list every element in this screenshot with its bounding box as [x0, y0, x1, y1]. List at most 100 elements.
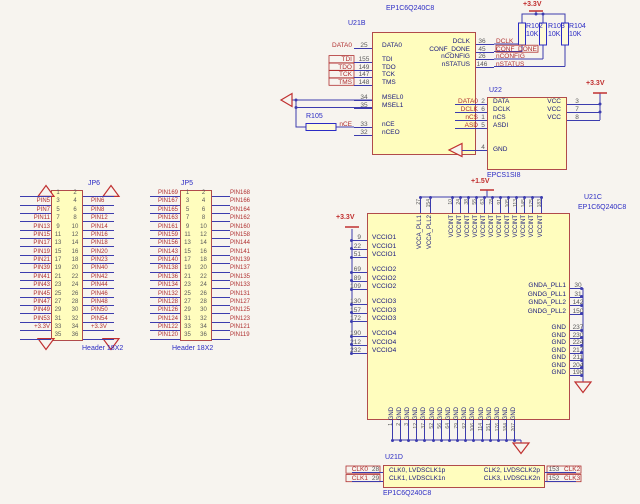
wire-right	[212, 213, 230, 214]
pin-row: 69VCCIO2	[336, 266, 396, 275]
junction-dot	[440, 439, 443, 442]
pin-name: VCCIO1	[372, 234, 396, 243]
pin-name: GND	[493, 146, 507, 153]
pin-number-left: 17	[51, 257, 65, 265]
wire-right	[83, 305, 114, 306]
pin-number-right: 22	[196, 274, 211, 282]
net-label-right: PIN168	[230, 190, 250, 198]
r102-value-label: 10K	[526, 31, 538, 38]
pin-row: CLK028	[340, 466, 383, 475]
pin-name: VCCA_PLL2	[427, 215, 434, 249]
pin-name: GND	[487, 407, 494, 420]
junction-dot	[580, 374, 583, 377]
pin-row: 22VCCIO1	[336, 243, 396, 252]
pin-number-left: 13	[51, 240, 65, 248]
wire-left	[20, 322, 51, 323]
pin-name: ASDI	[493, 122, 508, 130]
pin-number-right: 12	[67, 232, 83, 240]
wire-left	[20, 238, 51, 239]
pin-name: VCCINT	[538, 215, 545, 237]
pin-name: GND	[503, 407, 510, 420]
pin-row: 152CLK3	[545, 475, 580, 484]
pin-number: 92	[463, 423, 469, 429]
pin-number-left: 19	[180, 265, 195, 273]
pin-name: MSEL1	[382, 102, 403, 110]
pin-name: GNDG_PLL1	[460, 291, 566, 300]
net-label-right: PIN133	[230, 282, 250, 290]
wire-right	[83, 280, 114, 281]
junction-dot	[580, 287, 583, 290]
pin-number: 184	[504, 423, 510, 431]
pin-name: GND	[470, 407, 477, 420]
wire-left	[150, 339, 180, 340]
wire-left	[20, 297, 51, 298]
pin-name: VCC	[487, 98, 561, 106]
pin-column: 183VCCINT	[537, 197, 545, 282]
r104-ref-label: R104	[569, 23, 586, 30]
header-row: PIN1243132PIN123	[144, 316, 284, 324]
wire-right	[83, 339, 114, 340]
wire	[352, 345, 367, 346]
pin-row: GNDA_PLL130	[460, 282, 590, 291]
pin-column: 55VCCINT	[472, 197, 480, 282]
u21c-vccint-pins: 10VCCINT24VCCINT38VCCINT55VCCINT63VCCINT…	[448, 197, 547, 282]
pin-column: GND1	[388, 364, 396, 458]
pin-number-left: 5	[180, 207, 195, 215]
header-row: PIN1203536PIN119	[144, 332, 284, 340]
wire	[455, 104, 487, 105]
pin-number: 63	[481, 199, 487, 205]
pin-column: GND114	[478, 364, 486, 458]
pin-name: VCCINT	[505, 215, 512, 237]
pin-number-left: 7	[51, 215, 65, 223]
wire-right	[83, 246, 114, 247]
pin-number-left: 11	[180, 232, 195, 240]
net-label: CLK3	[564, 475, 580, 484]
pin-number-right: 28	[67, 299, 83, 307]
wire-left	[20, 288, 51, 289]
pin-name: GND	[421, 407, 428, 420]
pin-number-right: 6	[67, 207, 83, 215]
header-row: PIN1178PIN12	[14, 215, 144, 223]
pin-row: nSTATUS146nSTATUS	[372, 61, 542, 69]
pin-column: 78VCCINT	[488, 197, 496, 282]
wire-left	[150, 205, 180, 206]
pin-number: 79	[455, 423, 461, 429]
pin-name: GND	[460, 332, 566, 340]
pin-row: VCC8	[487, 114, 587, 122]
pin-column: 24VCCINT	[456, 197, 464, 282]
pin-number-right: 30	[196, 307, 211, 315]
pin-number: 1	[389, 423, 395, 426]
pin-name: nSTATUS	[372, 61, 470, 69]
pin-number: 28	[368, 466, 383, 475]
pin-name: VCCIO1	[372, 243, 396, 252]
pin-name: VCCIO3	[372, 307, 396, 316]
wire-left	[20, 255, 51, 256]
junction-dot	[407, 439, 410, 442]
u21d-part-label: EP1C6Q240C8	[383, 490, 431, 497]
pin-name: GND	[413, 407, 420, 420]
wire	[352, 281, 367, 282]
pin-name: CLK3, LVDSCLK2n	[400, 475, 540, 484]
r103-ref-label: R103	[548, 23, 565, 30]
pin-name: VCCINT	[449, 215, 456, 237]
pin-column: 154VCCA_PLL2	[425, 197, 435, 282]
header-row: PIN16734PIN166	[144, 198, 284, 206]
net-label: CLK0	[340, 466, 368, 475]
pin-number-right: 2	[67, 190, 83, 198]
pin-row: VCC7	[487, 106, 587, 114]
pin-name: VCCINT	[457, 215, 464, 237]
pin-column: GND64	[445, 364, 453, 458]
pin-number: 55	[473, 199, 479, 205]
wire-right	[83, 330, 114, 331]
pin-name: GNDG_PLL2	[460, 308, 566, 317]
pin-row: 232VCCIO4	[336, 347, 396, 356]
jp6-ref-label: JP6	[88, 180, 100, 187]
pin-number-right: 34	[67, 324, 83, 332]
header-row: +3.3V3334+3.3V	[14, 324, 144, 332]
pin-row: ASD5ASDI	[440, 122, 510, 130]
pin-name: VCCINT	[489, 215, 496, 237]
header-row: PIN432324PIN44	[14, 282, 144, 290]
wire-left	[20, 272, 51, 273]
u21b-part-label: EP1C6Q240C8	[386, 5, 434, 12]
wire	[354, 85, 372, 86]
